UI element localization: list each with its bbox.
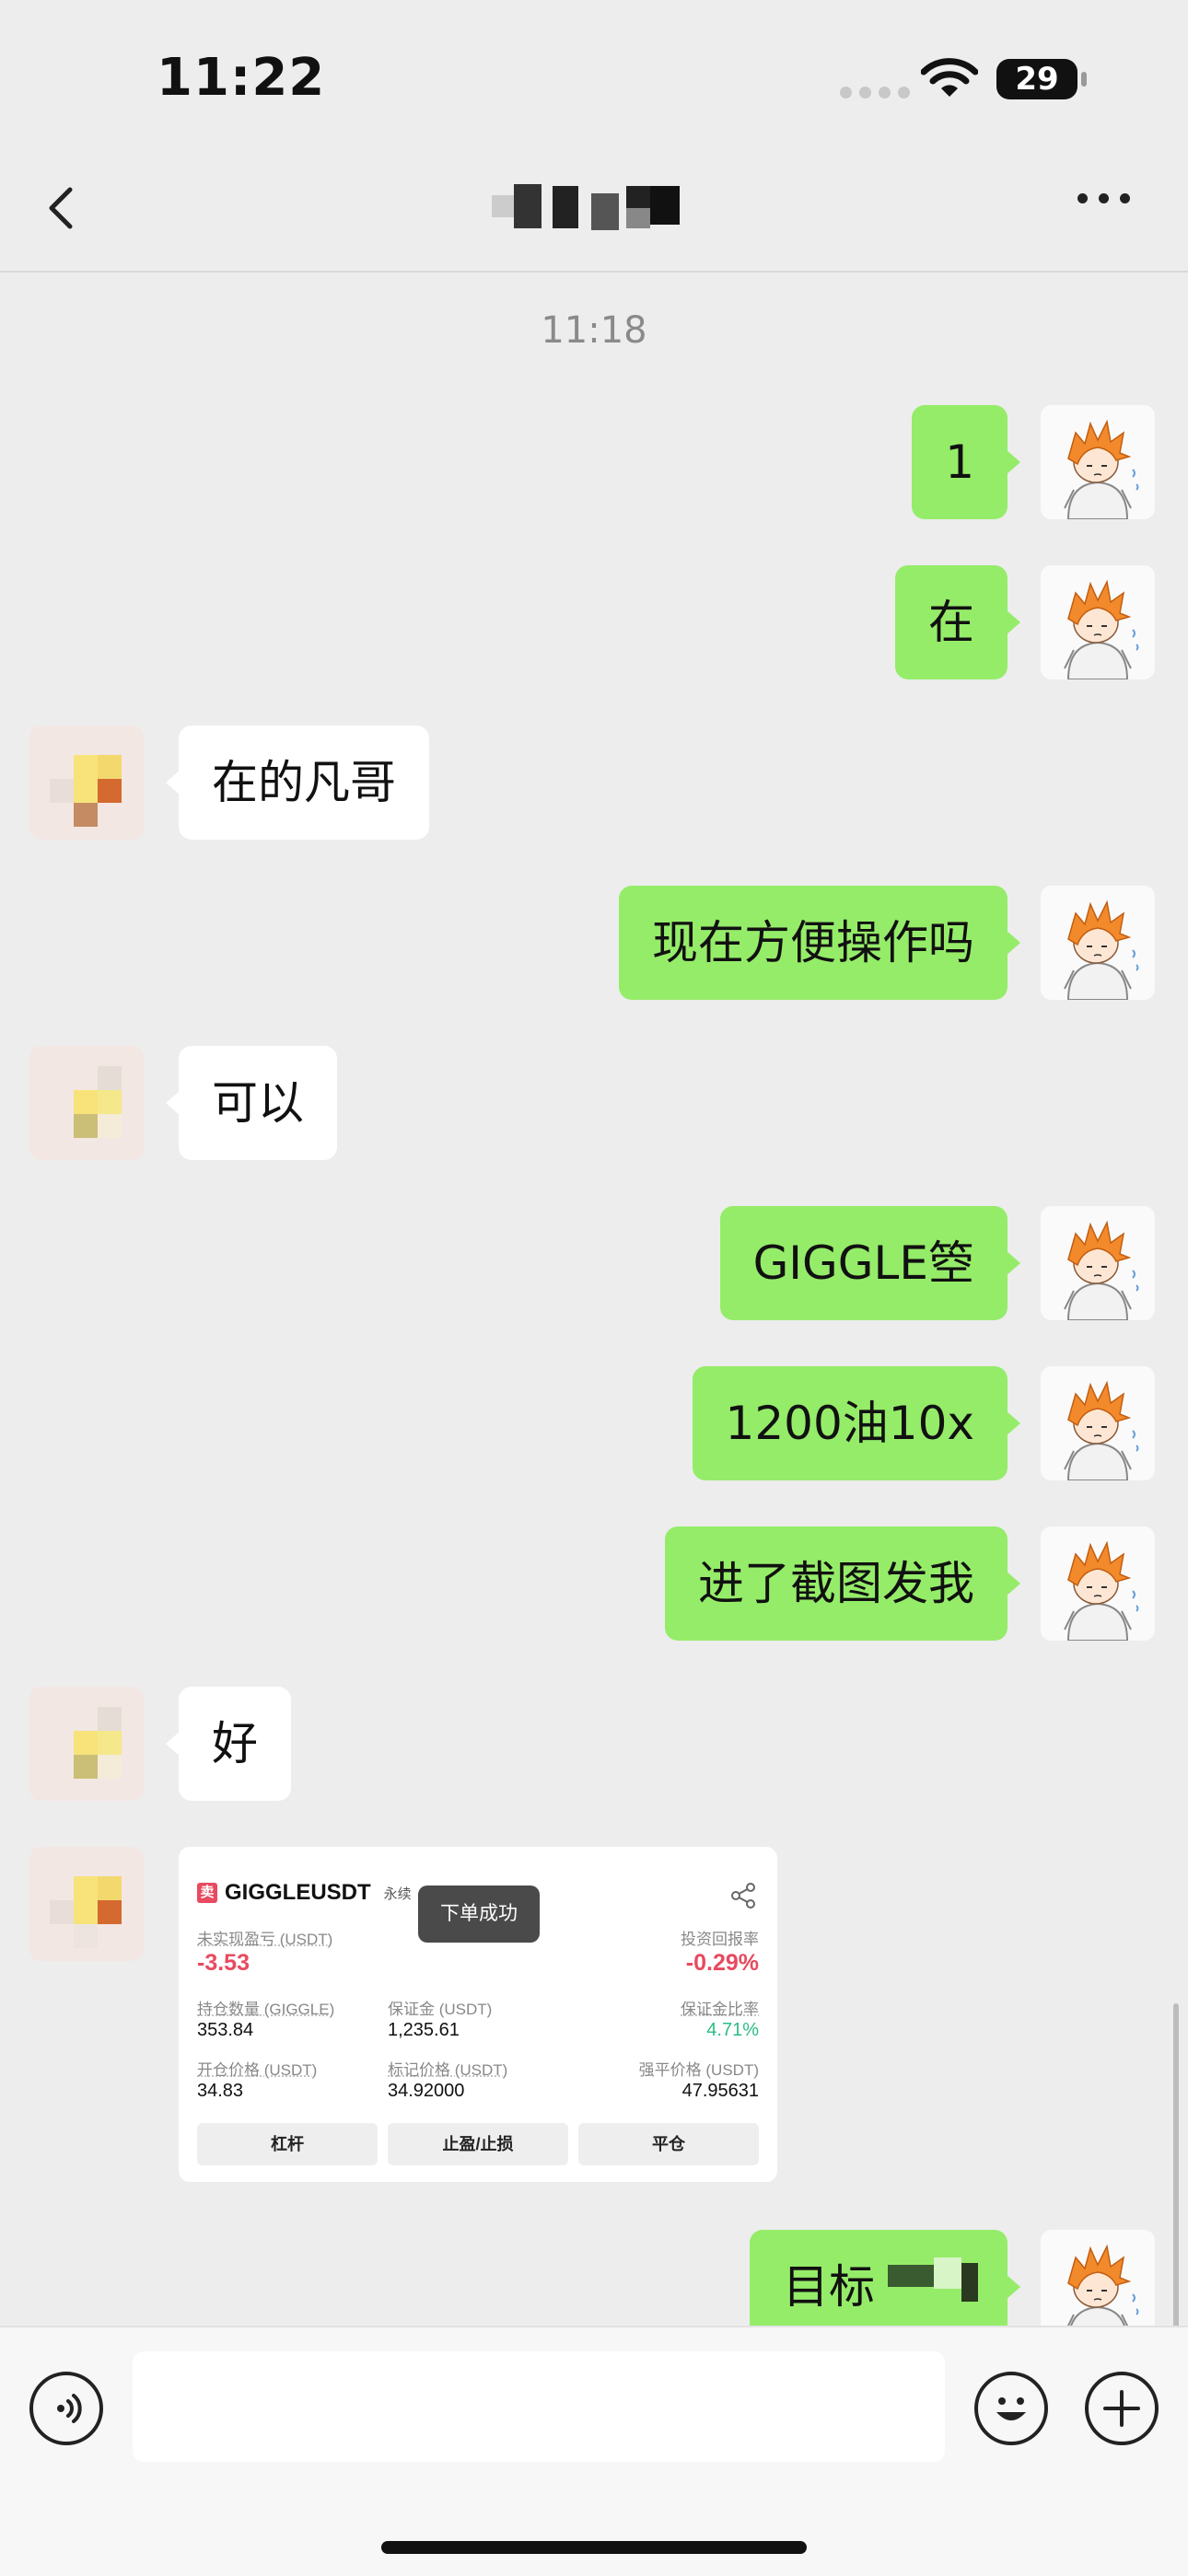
position-size-value: 353.84 [197,2020,253,2041]
my-avatar[interactable] [1041,565,1155,679]
my-avatar[interactable] [1041,405,1155,519]
unrealized-pnl-value: -3.53 [197,1950,250,1977]
home-indicator[interactable] [381,2541,807,2554]
mark-price-label: 标记价格 (USDT) [388,2057,507,2080]
liquidation-price-label: 强平价格 (USDT) [639,2057,759,2080]
chat-header [0,147,1188,273]
contact-avatar[interactable] [29,725,144,840]
close-position-button: 平仓 [578,2123,759,2165]
my-avatar[interactable] [1041,1526,1155,1641]
my-avatar[interactable] [1041,886,1155,1000]
cartoon-avatar-icon [1041,886,1155,1000]
contact-avatar[interactable] [29,1847,144,1961]
message-input[interactable] [133,2351,945,2462]
my-avatar[interactable] [1041,1206,1155,1320]
contact-message-bubble[interactable]: 在的凡哥 [179,725,429,840]
my-avatar[interactable] [1041,2230,1155,2326]
cartoon-avatar-icon [1041,2230,1155,2326]
redacted-block [934,2257,961,2289]
my-message-bubble[interactable]: 现在方便操作吗 [619,886,1007,1000]
cellular-signal-icon [840,87,910,99]
my-message-bubble[interactable]: 1 [912,405,1007,519]
order-success-toast: 下单成功 [418,1886,540,1943]
contact-message-bubble[interactable]: 好 [179,1687,291,1801]
contact-avatar[interactable] [29,1687,144,1801]
my-message-bubble[interactable]: 目标 [750,2230,1007,2326]
cartoon-avatar-icon [1041,405,1155,519]
message-text: 目标 [783,2260,875,2314]
cartoon-avatar-icon [1041,565,1155,679]
roi-label: 投资回报率 [681,1926,759,1949]
cartoon-avatar-icon [1041,1206,1155,1320]
cartoon-avatar-icon [1041,1526,1155,1641]
contact-avatar[interactable] [29,1046,144,1160]
contract-type: 永续 [384,1884,412,1903]
my-avatar[interactable] [1041,1366,1155,1480]
add-attachment-icon[interactable] [1085,2372,1159,2445]
redacted-block [888,2265,936,2287]
roi-value: -0.29% [686,1950,759,1977]
voice-input-icon[interactable] [29,2372,103,2445]
sell-tag: 卖 [197,1883,217,1903]
trade-screenshot-image[interactable]: 卖 GIGGLEUSDT 永续 下单成功 未实现盈亏 (USDT) -3.53 … [179,1847,777,2182]
symbol-row: 卖 GIGGLEUSDT 永续 [197,1880,412,1906]
message-timestamp: 11:18 [0,309,1188,352]
redacted-block [961,2263,978,2302]
input-bar [0,2326,1188,2576]
my-message-bubble[interactable]: 进了截图发我 [665,1526,1007,1641]
margin-label: 保证金 (USDT) [388,1996,492,2019]
back-arrow-icon[interactable] [37,180,92,236]
battery-indicator: 29 [996,59,1077,99]
contact-message-bubble[interactable]: 可以 [179,1046,337,1160]
cartoon-avatar-icon [1041,1366,1155,1480]
symbol-name: GIGGLEUSDT [225,1880,371,1906]
entry-price-label: 开仓价格 (USDT) [197,2057,317,2080]
mark-price-value: 34.92000 [388,2081,464,2102]
status-time: 11:22 [157,48,325,108]
status-bar: 11:22 29 [0,0,1188,147]
wifi-icon [921,57,978,99]
my-message-bubble[interactable]: 在 [895,565,1007,679]
liquidation-price-value: 47.95631 [682,2081,759,2102]
message-list[interactable]: 11:18 1 在 在的凡哥 现在方便操作吗 可以 GIGGLE箜 1200油1… [0,273,1188,2326]
margin-ratio-value: 4.71% [706,2020,759,2041]
emoji-icon[interactable] [974,2372,1048,2445]
leverage-button: 杠杆 [197,2123,378,2165]
my-message-bubble[interactable]: GIGGLE箜 [720,1206,1007,1320]
position-size-label: 持仓数量 (GIGGLE) [197,1996,334,2019]
unrealized-pnl-label: 未实现盈亏 (USDT) [197,1926,332,1949]
share-icon [729,1882,757,1909]
entry-price-value: 34.83 [197,2081,243,2102]
margin-value: 1,235.61 [388,2020,460,2041]
my-message-bubble[interactable]: 1200油10x [693,1366,1007,1480]
margin-ratio-label: 保证金比率 [681,1996,759,2019]
more-options-icon[interactable] [1077,193,1130,203]
chat-title-redacted [488,177,700,241]
scrollbar[interactable] [1173,2003,1179,2326]
tp-sl-button: 止盈/止损 [388,2123,568,2165]
